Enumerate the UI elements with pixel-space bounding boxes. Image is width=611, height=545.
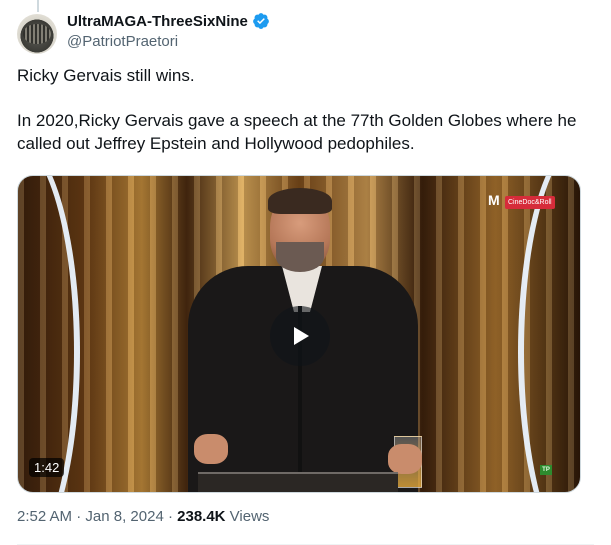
tweet-date[interactable]: Jan 8, 2024 xyxy=(85,508,163,525)
corner-logo: TP xyxy=(540,465,552,475)
tweet-text-paragraph: In 2020,Ricky Gervais gave a speech at t… xyxy=(17,111,577,153)
meta-separator: · xyxy=(163,508,178,525)
author-name-row: UltraMAGA-ThreeSixNine xyxy=(67,12,270,30)
brand-tag: CineDoc&Roll xyxy=(505,196,555,209)
podium xyxy=(198,472,398,492)
speaker-beard xyxy=(276,242,324,272)
tweet-metadata: 2:52 AM · Jan 8, 2024 · 238.4K Views xyxy=(17,508,269,525)
play-button[interactable] xyxy=(270,306,330,366)
thread-connector-line xyxy=(37,0,39,12)
avatar-image xyxy=(23,24,51,44)
speaker-left-hand xyxy=(194,434,228,464)
speaker-right-hand xyxy=(388,444,422,474)
speaker-hair xyxy=(268,188,332,214)
avatar[interactable] xyxy=(17,14,57,54)
brand-logo: M xyxy=(488,192,500,208)
tweet-time[interactable]: 2:52 AM xyxy=(17,508,72,525)
video-player[interactable]: M CineDoc&Roll 1:42 TP xyxy=(17,175,581,493)
author-display-name[interactable]: UltraMAGA-ThreeSixNine xyxy=(67,13,248,30)
author-handle[interactable]: @PatriotPraetori xyxy=(67,33,178,50)
video-duration: 1:42 xyxy=(29,458,65,477)
play-icon xyxy=(294,327,309,345)
meta-separator: · xyxy=(72,508,86,525)
tweet-body: Ricky Gervais still wins. In 2020,Ricky … xyxy=(17,64,587,155)
tweet-text-line: Ricky Gervais still wins. xyxy=(17,66,195,85)
views-count[interactable]: 238.4K xyxy=(177,508,225,525)
verified-badge-icon[interactable] xyxy=(252,12,270,30)
views-label: Views xyxy=(225,508,270,525)
